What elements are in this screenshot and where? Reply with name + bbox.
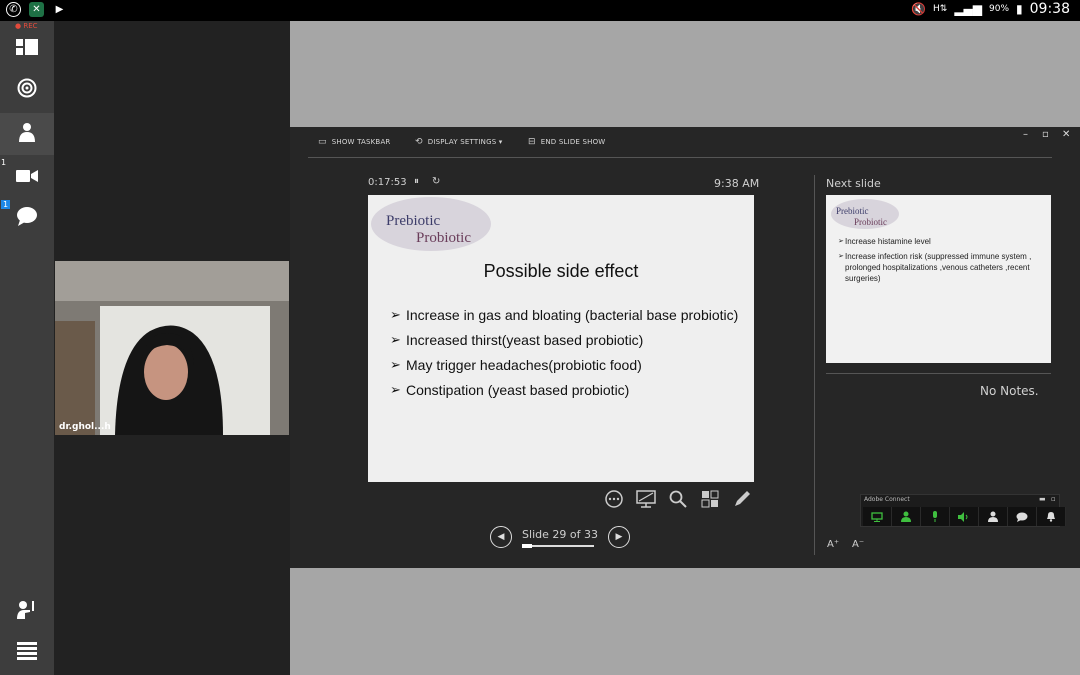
pause-timer-icon[interactable]: ⏸ [414,176,419,187]
current-slide: Prebiotic Probiotic Possible side effect… [368,195,754,482]
restore-icon[interactable]: ▫ [1042,129,1049,140]
hamburger-icon [17,641,37,665]
microphone-icon[interactable] [921,507,950,526]
status-clock: 09:38 [1029,1,1070,17]
triangle-right-icon: ▶ [615,532,623,542]
slide-bullets: Increase in gas and bloating (bacterial … [390,305,740,405]
notes-divider [826,373,1051,374]
increase-font-button[interactable]: A⁺ [827,539,839,550]
next-slide-preview[interactable]: Prebiotic Probiotic Increase histamine l… [826,195,1051,363]
minimize-icon[interactable]: – [1023,129,1028,140]
layout-grid-icon [16,36,38,60]
black-screen-icon[interactable] [636,489,656,509]
minibar-title: Adobe Connect [864,496,910,503]
camera-button[interactable] [0,155,54,197]
attendees-button[interactable] [0,113,54,155]
minibar-minimize-icon[interactable]: ▬ [1039,495,1046,503]
chat-icon[interactable] [1008,507,1037,526]
slide-bullet: May trigger headaches(probiotic food) [390,355,740,375]
word-cloud-image-small: Prebiotic Probiotic [831,199,899,229]
raise-hand-icon [16,599,38,624]
adobe-connect-minibar: Adobe Connect ▬ ▫ [860,494,1066,527]
slide-bullet: Constipation (yeast based probiotic) [390,380,740,400]
end-show-icon: ⊟ [528,137,536,147]
cloud-word-prebiotic: Prebiotic [386,213,440,229]
play-store-icon: ▶ [55,4,64,15]
see-all-slides-icon[interactable] [700,489,720,509]
pen-icon[interactable] [732,489,752,509]
video-camera-icon [16,164,38,188]
slide-bullet: Increased thirst(yeast based probiotic) [390,330,740,350]
android-status-bar: ✆ ✕ ▶ 🔇 H⇅ ▂▄▆ 90% ▮ 09:38 [0,0,1080,21]
webcam-frame [55,261,289,435]
whatsapp-icon: ✆ [6,2,21,17]
signal-icon: ▂▄▆ [954,2,983,16]
webcam-username: dr.ghol...h [59,422,111,432]
speaker-notes: No Notes. [980,384,1039,398]
display-settings-icon: ⟲ [415,137,423,147]
mute-icon: 🔇 [911,2,927,16]
show-taskbar-button[interactable]: ▭ SHOW TASKBAR [318,137,391,147]
toolbar-divider [308,157,1052,158]
slide-progress-bar [522,543,594,548]
restart-timer-icon[interactable]: ↻ [432,176,440,187]
data-icon: H⇅ [933,4,948,14]
battery-percent: 90% [989,4,1010,14]
status-button[interactable] [0,69,54,111]
share-screen-icon[interactable] [863,507,892,526]
speaker-icon[interactable] [950,507,979,526]
cloud-word-prebiotic: Prebiotic [836,206,869,216]
meeting-rail: ● REC 18 1 1 [0,21,54,675]
cloud-word-probiotic: Probiotic [854,217,887,227]
attendees-icon[interactable] [979,507,1008,526]
presenter-clock: 9:38 AM [714,177,760,190]
next-slide-bullet: Increase infection risk (suppressed immu… [838,251,1048,284]
slide-tools [604,489,752,509]
next-slide-label: Next slide [826,177,881,190]
raise-hand-button[interactable] [0,590,54,632]
menu-button[interactable] [0,632,54,674]
webcam-video[interactable]: dr.ghol...h [55,261,289,435]
slide-title: Possible side effect [483,261,639,281]
display-settings-button[interactable]: ⟲ DISPLAY SETTINGS ▾ [415,137,502,147]
screen: ✆ ✕ ▶ 🔇 H⇅ ▂▄▆ 90% ▮ 09:38 ● REC 18 [0,0,1080,675]
elapsed-timer: 0:17:53 [368,177,407,188]
minibar-restore-icon[interactable]: ▫ [1051,495,1056,503]
decrease-font-button[interactable]: A⁻ [852,539,864,550]
slide-counter: Slide 29 of 33 [522,527,598,548]
cloud-word-probiotic: Probiotic [416,230,471,246]
end-slide-show-button[interactable]: ⊟ END SLIDE SHOW [528,137,605,147]
previous-slide-button[interactable]: ◀ [490,526,512,548]
target-icon [17,78,37,103]
word-cloud-image: Prebiotic Probiotic [371,197,491,251]
more-options-icon[interactable] [604,489,624,509]
notifications-icon[interactable] [1037,507,1066,526]
chat-button[interactable] [0,197,54,239]
taskbar-icon: ▭ [318,137,327,147]
slide-navigation: ◀ Slide 29 of 33 ▶ [490,526,630,548]
next-slide-button[interactable]: ▶ [608,526,630,548]
excel-icon: ✕ [29,2,44,17]
layouts-button[interactable] [0,27,54,69]
chat-bubble-icon [16,206,38,231]
person-icon [17,122,37,147]
pane-divider [814,175,815,555]
triangle-left-icon: ◀ [497,532,505,542]
zoom-icon[interactable] [668,489,688,509]
next-slide-bullet: Increase histamine level [838,236,1048,247]
presenter-icon[interactable] [892,507,921,526]
next-slide-bullets: Increase histamine level Increase infect… [838,236,1048,288]
slide-counter-text: Slide 29 of 33 [522,527,598,541]
battery-icon: ▮ [1016,2,1023,16]
close-icon[interactable]: ✕ [1062,129,1070,140]
slide-bullet: Increase in gas and bloating (bacterial … [390,305,740,325]
